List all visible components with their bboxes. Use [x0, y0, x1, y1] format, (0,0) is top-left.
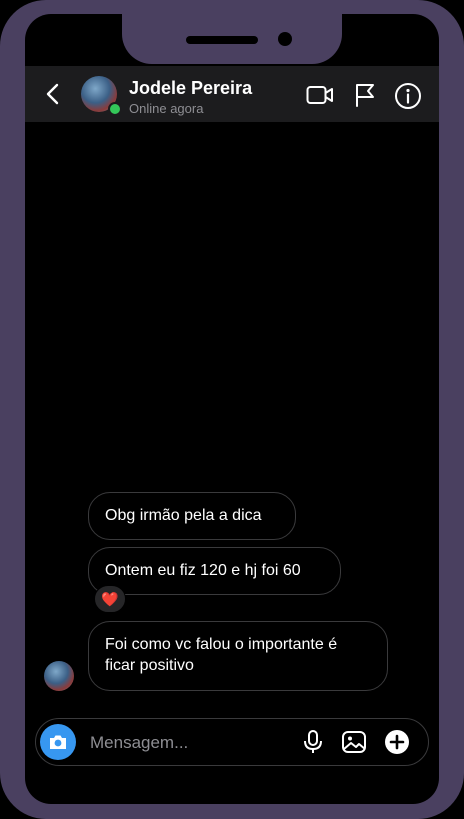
microphone-icon[interactable] [300, 729, 326, 755]
message-bubble[interactable]: Foi como vc falou o importante é ficar p… [88, 621, 388, 691]
message-composer [35, 718, 429, 766]
message-bubble[interactable]: Ontem eu fiz 120 e hj foi 60 [88, 547, 341, 595]
camera-icon[interactable] [40, 724, 76, 760]
phone-frame: Jodele Pereira Online agora Obg irmão pe… [0, 0, 464, 819]
message-bubble[interactable]: Obg irmão pela a dica [88, 492, 296, 540]
gallery-icon[interactable] [341, 729, 367, 755]
screen: Jodele Pereira Online agora Obg irmão pe… [25, 14, 439, 804]
online-indicator [108, 102, 122, 116]
flag-icon[interactable] [352, 82, 378, 108]
sender-avatar[interactable] [44, 661, 74, 691]
info-icon[interactable] [394, 82, 421, 109]
front-camera [278, 32, 292, 46]
chat-header: Jodele Pereira Online agora [25, 66, 439, 122]
video-camera-icon[interactable] [306, 82, 333, 108]
online-status: Online agora [129, 101, 204, 116]
speaker [186, 36, 258, 44]
message-input[interactable] [88, 731, 292, 755]
contact-name[interactable]: Jodele Pereira [129, 78, 252, 99]
heart-reaction-icon[interactable]: ❤️ [94, 585, 126, 613]
back-arrow-icon[interactable] [43, 82, 65, 106]
plus-icon[interactable] [384, 729, 410, 755]
